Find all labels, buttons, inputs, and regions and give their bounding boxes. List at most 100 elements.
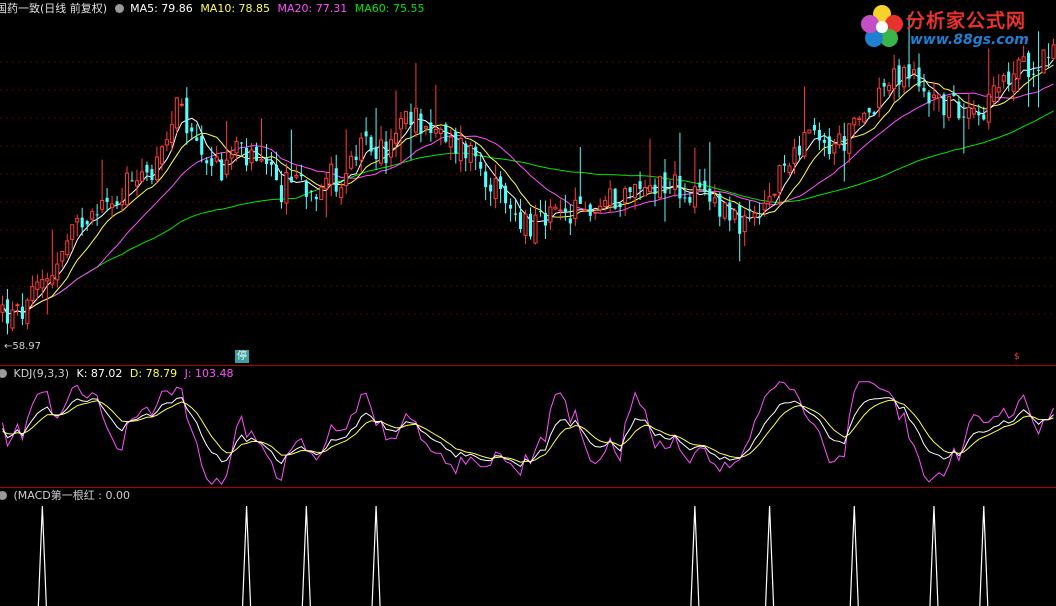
candle-body-88	[438, 128, 443, 135]
ma10-line	[2, 64, 1054, 315]
candle-body-196	[977, 111, 981, 116]
candle-body-109	[543, 212, 547, 226]
candle-body-202	[1007, 71, 1011, 85]
ma20-label: MA20: 77.31	[277, 2, 348, 15]
candle-body-177	[882, 83, 886, 87]
candle-body-208	[1037, 69, 1041, 71]
candle-body-77	[384, 141, 388, 164]
kdj-lines	[2, 381, 1054, 486]
candle-body-190	[946, 96, 951, 118]
candle-body-25	[124, 172, 130, 206]
candle-body-72	[359, 137, 364, 161]
candle-body-148	[738, 205, 742, 234]
logo-title: 分析家公式网	[906, 10, 1027, 32]
candle-body-168	[837, 133, 842, 146]
candle-body-204	[1016, 59, 1021, 80]
candle-body-205	[1021, 56, 1026, 62]
candle-body-56	[279, 185, 283, 203]
candle-body-100	[499, 176, 503, 189]
candle-body-63	[314, 196, 318, 200]
candle-body-13	[65, 240, 70, 256]
candle-body-18	[90, 211, 95, 220]
macd-signal-bar-1	[241, 505, 252, 606]
macd-name: (MACD第一根红 : 0.00	[13, 489, 130, 502]
candle-body-1	[5, 299, 10, 324]
kdj-name: KDJ(9,3,3)	[13, 367, 70, 380]
candle-body-24	[119, 201, 125, 206]
candle-body-36	[179, 103, 184, 106]
candle-body-181	[902, 66, 907, 88]
candle-body-131	[653, 184, 657, 195]
logo-url: www.88gs.com	[910, 32, 1029, 48]
candle-body-69	[344, 173, 349, 187]
candle-body-117	[583, 208, 588, 212]
candle-body-207	[1032, 73, 1036, 75]
candle-body-85	[423, 126, 428, 129]
low-price-value: 58.97	[12, 341, 42, 352]
candle-body-106	[528, 213, 533, 237]
candle-body-29	[145, 164, 149, 173]
candle-body-0	[0, 304, 5, 313]
candle-body-58	[289, 176, 293, 183]
price-header: 国药一致(日线 前复权) MA5: 79.86 MA10: 78.85 MA20…	[0, 2, 424, 16]
candle-body-114	[568, 218, 572, 224]
candle-body-4	[20, 306, 24, 319]
kdj-toggle-circle-icon[interactable]	[0, 369, 7, 378]
toggle-circle-icon[interactable]	[114, 4, 124, 13]
macd-toggle-circle-icon[interactable]	[0, 491, 7, 500]
candle-body-22	[110, 203, 115, 208]
candle-body-50	[249, 149, 254, 164]
candle-body-132	[657, 176, 663, 199]
candle-body-197	[982, 114, 986, 120]
candle-body-26	[130, 180, 134, 182]
candle-body-95	[474, 146, 478, 157]
candle-body-129	[643, 186, 648, 197]
candle-body-91	[454, 131, 458, 154]
candle-body-193	[962, 116, 966, 118]
candle-body-130	[647, 185, 653, 193]
trading-halt-badge: 停	[235, 350, 249, 363]
candle-body-144	[718, 193, 722, 217]
candle-body-122	[608, 188, 613, 206]
candle-body-87	[433, 129, 438, 134]
candle-body-74	[369, 136, 373, 152]
candle-body-84	[419, 113, 423, 134]
candle-body-203	[1011, 73, 1016, 92]
candle-body-89	[444, 124, 448, 142]
candle-body-155	[772, 193, 777, 196]
macd-signal-bar-2	[301, 505, 311, 606]
candle-body-37	[185, 97, 189, 134]
candle-body-157	[782, 163, 787, 166]
ma60-label: MA60: 75.55	[354, 2, 425, 15]
candle-body-17	[85, 221, 89, 225]
candle-body-167	[832, 143, 837, 154]
candle-body-191	[952, 93, 956, 96]
candle-body-42	[210, 158, 214, 166]
candle-body-162	[807, 129, 812, 134]
candle-body-135	[672, 174, 677, 190]
candle-body-75	[374, 146, 378, 159]
candle-body-113	[563, 208, 567, 212]
candle-body-92	[458, 137, 463, 162]
candle-body-123	[613, 188, 617, 209]
kdj-header: KDJ(9,3,3) K: 87.02 D: 78.79 J: 103.48	[0, 367, 234, 381]
candle-body-48	[240, 142, 244, 144]
candle-body-102	[509, 204, 513, 209]
candle-body-164	[817, 129, 821, 141]
candle-body-128	[638, 181, 642, 190]
macd-signal-bar-8	[979, 505, 989, 606]
macd-header: (MACD第一根红 : 0.00	[0, 489, 130, 503]
candle-body-23	[115, 201, 119, 206]
candle-body-80	[398, 118, 404, 130]
candle-body-62	[309, 190, 313, 192]
candle-body-186	[927, 92, 931, 104]
candle-body-147	[732, 210, 737, 220]
stock-chart	[0, 14, 1056, 606]
ma60-line	[2, 110, 1054, 315]
candle-body-171	[852, 117, 857, 126]
candle-body-141	[703, 180, 707, 193]
candle-body-82	[409, 111, 413, 125]
candle-body-140	[698, 182, 702, 188]
candle-body-179	[892, 68, 897, 90]
candle-body-195	[971, 107, 976, 115]
